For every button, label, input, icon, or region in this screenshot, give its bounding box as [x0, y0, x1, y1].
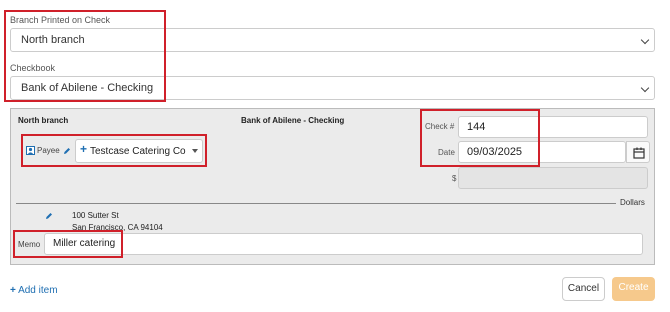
chevron-down-icon: [640, 83, 650, 93]
create-button[interactable]: Create: [612, 277, 655, 301]
dollars-line: [16, 203, 616, 204]
amount-symbol: $: [452, 174, 457, 183]
check-bank-name: Bank of Abilene - Checking: [241, 116, 345, 125]
address-line1: 100 Sutter St: [72, 211, 119, 220]
memo-input[interactable]: Miller catering: [44, 233, 643, 255]
amount-input[interactable]: [458, 167, 648, 189]
highlight-box: [21, 134, 207, 167]
calendar-button[interactable]: [626, 141, 650, 163]
cancel-button[interactable]: Cancel: [562, 277, 605, 301]
pencil-icon[interactable]: [45, 212, 53, 220]
check-branch-name: North branch: [18, 116, 69, 125]
add-item-label: Add item: [18, 285, 58, 296]
highlight-box: [13, 230, 123, 258]
highlight-box: [4, 10, 166, 102]
calendar-icon: [633, 147, 645, 159]
highlight-box: [420, 109, 540, 167]
plus-icon: +: [10, 285, 16, 296]
dollars-label: Dollars: [620, 198, 645, 207]
add-item-link[interactable]: + Add item: [10, 285, 58, 296]
chevron-down-icon: [640, 35, 650, 45]
